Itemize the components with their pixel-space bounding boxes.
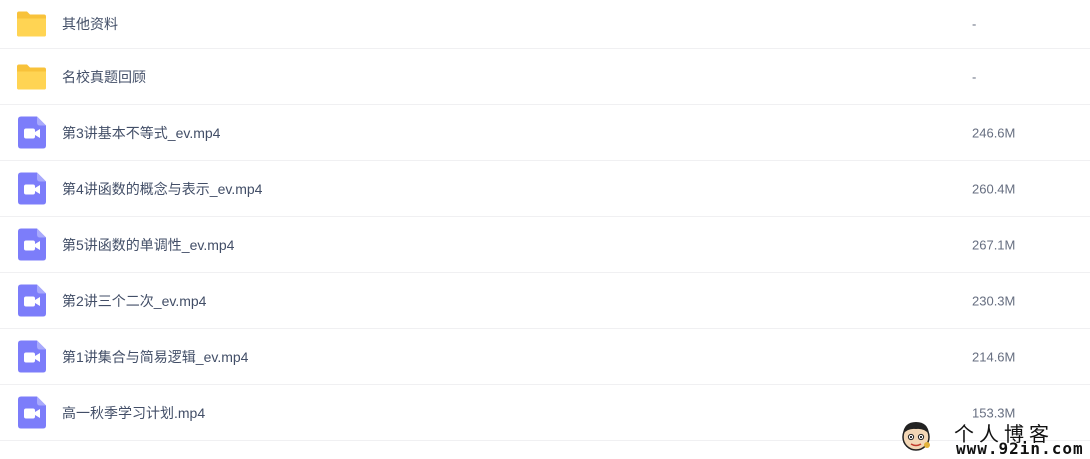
watermark-url: www.92in.com bbox=[956, 439, 1084, 458]
file-size: 267.1M bbox=[972, 237, 1016, 252]
file-size: - bbox=[972, 69, 977, 84]
file-name[interactable]: 第5讲函数的单调性_ev.mp4 bbox=[62, 235, 234, 255]
file-size: 260.4M bbox=[972, 181, 1016, 196]
file-name[interactable]: 第4讲函数的概念与表示_ev.mp4 bbox=[62, 179, 262, 199]
video-file-icon bbox=[15, 340, 48, 373]
file-name[interactable]: 第3讲基本不等式_ev.mp4 bbox=[62, 123, 220, 143]
file-size: 246.6M bbox=[972, 125, 1016, 140]
file-name[interactable]: 名校真题回顾 bbox=[62, 67, 146, 87]
video-file-icon bbox=[15, 284, 48, 317]
folder-icon bbox=[15, 8, 48, 41]
file-size: 230.3M bbox=[972, 293, 1016, 308]
video-file-icon bbox=[15, 396, 48, 429]
video-file-icon bbox=[15, 228, 48, 261]
file-name[interactable]: 第2讲三个二次_ev.mp4 bbox=[62, 291, 206, 311]
file-name[interactable]: 高一秋季学习计划.mp4 bbox=[62, 403, 205, 423]
file-name[interactable]: 其他资料 bbox=[62, 14, 118, 34]
avatar-logo-icon bbox=[898, 418, 934, 454]
file-row[interactable]: 其他资料 - bbox=[0, 0, 1090, 49]
video-file-icon bbox=[15, 116, 48, 149]
watermark: 个人博客 www.92in.com bbox=[892, 414, 1090, 459]
folder-icon bbox=[15, 60, 48, 93]
file-row[interactable]: 第5讲函数的单调性_ev.mp4 267.1M bbox=[0, 217, 1090, 273]
file-size: 214.6M bbox=[972, 349, 1016, 364]
file-row[interactable]: 第1讲集合与简易逻辑_ev.mp4 214.6M bbox=[0, 329, 1090, 385]
file-row[interactable]: 第3讲基本不等式_ev.mp4 246.6M bbox=[0, 105, 1090, 161]
file-row[interactable]: 第2讲三个二次_ev.mp4 230.3M bbox=[0, 273, 1090, 329]
file-row[interactable]: 名校真题回顾 - bbox=[0, 49, 1090, 105]
file-list: 其他资料 - 名校真题回顾 - 第3讲基本不等式_ev.mp4 246.6M 第… bbox=[0, 0, 1090, 441]
file-row[interactable]: 第4讲函数的概念与表示_ev.mp4 260.4M bbox=[0, 161, 1090, 217]
file-name[interactable]: 第1讲集合与简易逻辑_ev.mp4 bbox=[62, 347, 248, 367]
file-size: - bbox=[972, 16, 977, 32]
video-file-icon bbox=[15, 172, 48, 205]
